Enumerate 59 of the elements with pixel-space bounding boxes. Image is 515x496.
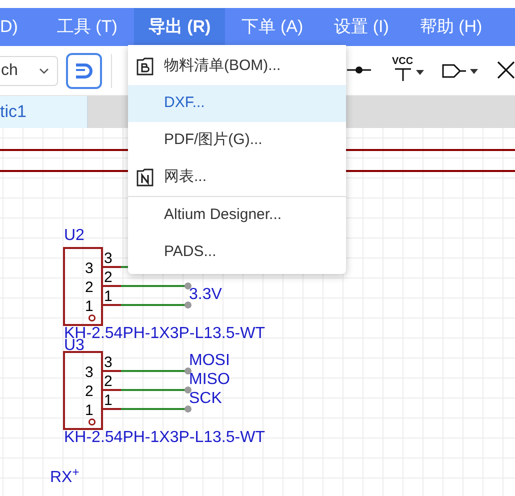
junction-icon[interactable] [347, 65, 371, 75]
pin-line [102, 304, 121, 306]
net-port-label: RX$^{+}$ [50, 470, 80, 486]
pin-line [102, 408, 121, 410]
designator-label: U2 [64, 228, 84, 244]
wire-end-dot [184, 302, 192, 308]
menu-bar-item[interactable]: 导出 (R) [134, 8, 225, 46]
footprint-label: KH-2.54PH-1X3P-L13.5-WT [64, 430, 265, 443]
menu-item[interactable]: 网表... [128, 159, 346, 197]
pin-number: 1 [104, 289, 112, 304]
net-label: 3.3V [189, 287, 222, 303]
menu-item[interactable]: Altium Designer... [128, 197, 346, 234]
caret-icon [416, 70, 424, 75]
net-label: SCK [189, 391, 222, 407]
net-port-tool[interactable] [442, 64, 478, 78]
caret-icon [470, 68, 478, 74]
wire-end-dot [184, 386, 192, 394]
pin-number: 2 [85, 280, 94, 295]
chevron-down-icon [39, 68, 49, 74]
wire-end-dot [184, 368, 192, 374]
wire-end-dot [184, 282, 192, 290]
layer-dropdown[interactable]: ch [0, 56, 58, 86]
menu-item[interactable]: 物料清单(BOM)... [128, 48, 346, 85]
vcc-label: VCC [392, 57, 414, 67]
net-label: MISO [189, 372, 230, 388]
magnet-button[interactable] [66, 52, 102, 88]
wire-end-dot [184, 406, 192, 412]
pin-one-marker [88, 314, 96, 322]
document-n-icon [136, 168, 154, 187]
pin-number: 1 [104, 393, 112, 408]
pin-number: 3 [104, 355, 112, 370]
pin-number: 2 [104, 270, 112, 285]
magnet-icon [74, 62, 94, 80]
pin-number: 2 [85, 384, 94, 399]
pin-number: 1 [85, 403, 94, 418]
power-symbol-icon [394, 67, 412, 81]
pin-number: 3 [85, 365, 94, 380]
pin-number: 2 [104, 374, 112, 389]
net-label: MOSI [189, 353, 230, 369]
pin-number: 3 [85, 261, 94, 276]
document-b-icon [136, 57, 154, 76]
footprint-label: KH-2.54PH-1X3P-L13.5-WT [64, 326, 265, 339]
no-connect-icon[interactable] [497, 61, 515, 79]
net-port-icon [442, 64, 466, 78]
menu-item[interactable]: DXF... [128, 85, 346, 122]
pin-line [102, 285, 121, 287]
pin-number: 1 [85, 299, 94, 314]
document-tab[interactable]: tic1 [0, 96, 88, 128]
pin-one-marker [88, 418, 96, 426]
dropdown-value: ch [1, 60, 18, 80]
designator-label: U3 [64, 338, 84, 354]
pin-number: 3 [104, 251, 112, 266]
menu-item[interactable]: PADS... [128, 234, 346, 271]
pin-line [102, 370, 121, 372]
component-body[interactable] [63, 247, 103, 326]
vcc-tool[interactable]: VCC [392, 57, 424, 81]
pin-line [102, 389, 121, 391]
component-body[interactable] [63, 351, 103, 430]
pin-line [102, 266, 121, 268]
